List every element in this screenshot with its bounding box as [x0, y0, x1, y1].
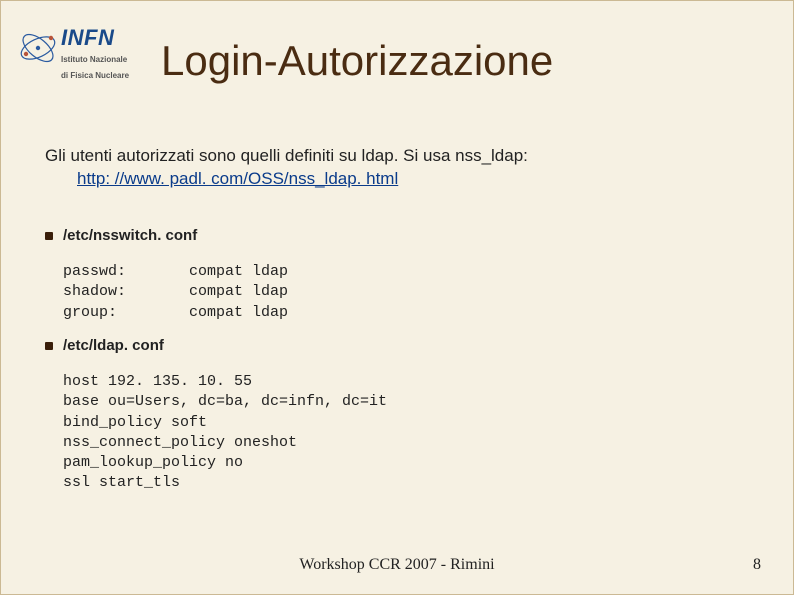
slide-title: Login-Autorizzazione [161, 37, 553, 85]
intro-block: Gli utenti autorizzati sono quelli defin… [45, 145, 528, 191]
section-heading: /etc/nsswitch. conf [45, 227, 288, 244]
bullet-icon [45, 342, 53, 350]
heading-text: /etc/ldap. conf [63, 337, 164, 354]
section-heading: /etc/ldap. conf [45, 337, 387, 354]
intro-link[interactable]: http: //www. padl. com/OSS/nss_ldap. htm… [77, 168, 398, 191]
footer-text: Workshop CCR 2007 - Rimini [1, 556, 793, 574]
section-ldapconf: /etc/ldap. conf host 192. 135. 10. 55 ba… [45, 337, 387, 494]
logo-sub-1: Istituto Nazionale [61, 55, 129, 65]
logo-sub-2: di Fisica Nucleare [61, 71, 129, 81]
section-nsswitch: /etc/nsswitch. conf passwd: compat ldap … [45, 227, 288, 323]
heading-text: /etc/nsswitch. conf [63, 227, 197, 244]
infn-logo-mark [17, 23, 59, 73]
infn-logo: INFN Istituto Nazionale di Fisica Nuclea… [17, 23, 129, 80]
intro-line: Gli utenti autorizzati sono quelli defin… [45, 146, 528, 165]
code-block: passwd: compat ldap shadow: compat ldap … [63, 262, 288, 323]
bullet-icon [45, 232, 53, 240]
page-number: 8 [753, 556, 761, 574]
code-block: host 192. 135. 10. 55 base ou=Users, dc=… [63, 372, 387, 494]
logo-acronym: INFN [61, 27, 129, 49]
